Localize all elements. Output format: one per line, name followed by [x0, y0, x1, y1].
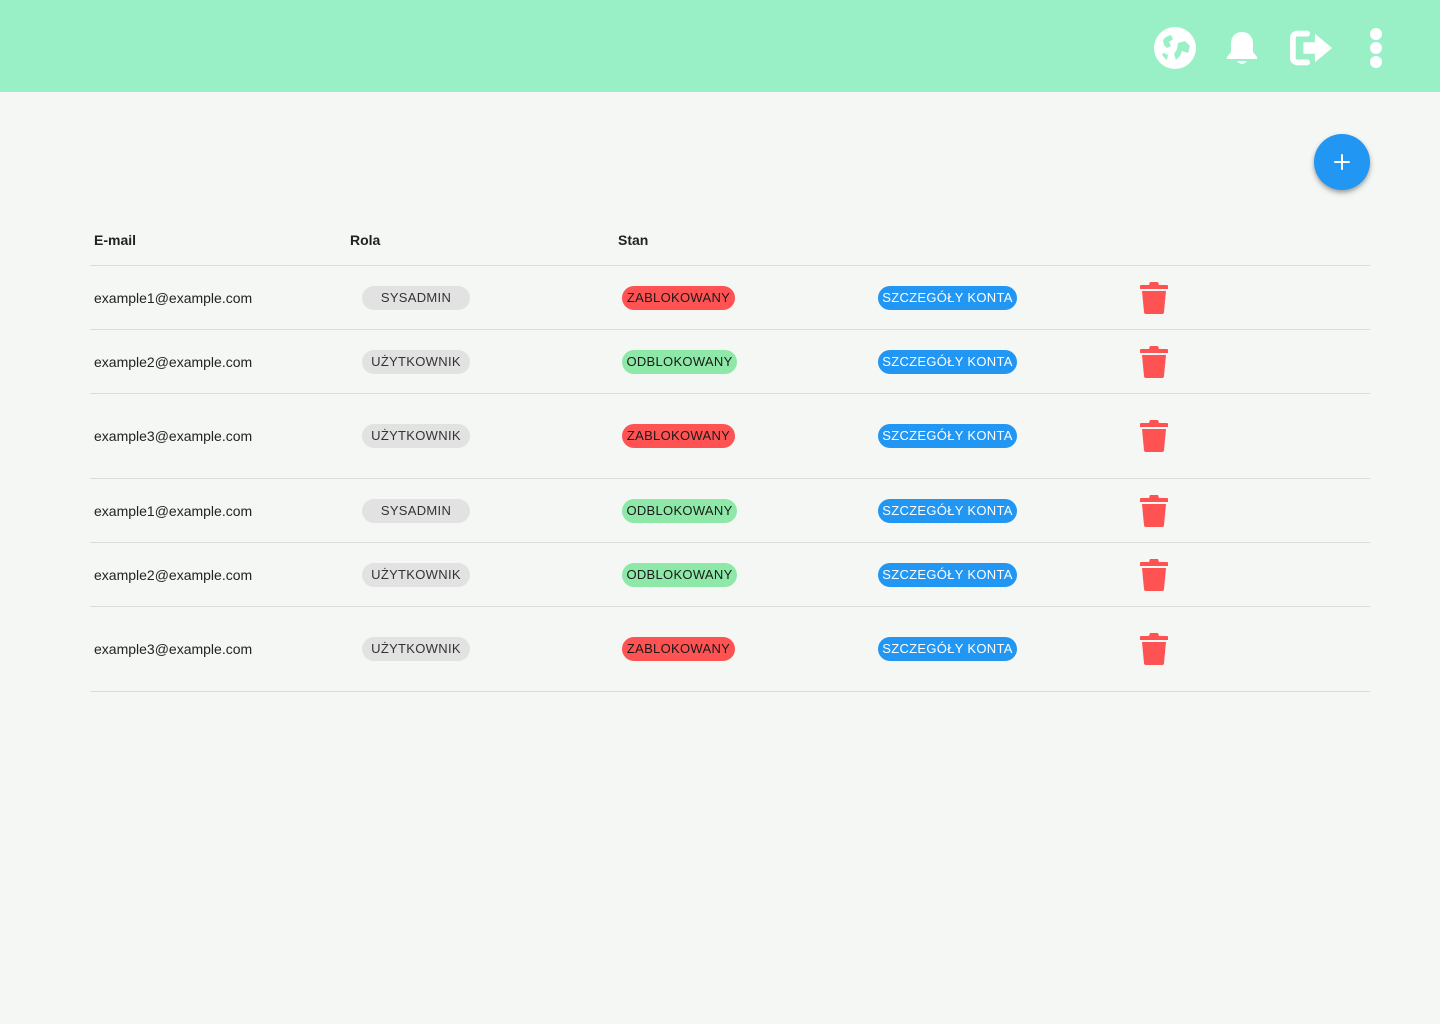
role-chip: SYSADMIN: [362, 498, 470, 523]
globe-icon: [1154, 27, 1196, 69]
trash-icon: [1140, 345, 1168, 378]
trash-icon: [1140, 633, 1168, 665]
logout-button[interactable]: [1290, 26, 1334, 70]
delete-button[interactable]: [1140, 345, 1168, 379]
trash-icon: [1140, 558, 1168, 591]
account-details-button[interactable]: SZCZEGÓŁY KONTA: [878, 562, 1017, 587]
status-badge: ODBLOKOWANY: [622, 498, 737, 523]
notifications-button[interactable]: [1220, 26, 1264, 70]
status-badge: ZABLOKOWANY: [622, 285, 735, 310]
delete-button[interactable]: [1140, 632, 1168, 666]
top-app-bar: [0, 0, 1440, 92]
table-row: example1@example.com SYSADMIN ZABLOKOWAN…: [90, 266, 1370, 330]
role-chip: UŻYTKOWNIK: [362, 349, 470, 374]
delete-button[interactable]: [1140, 419, 1168, 453]
trash-icon: [1140, 420, 1168, 452]
delete-button[interactable]: [1140, 281, 1168, 315]
trash-icon: [1140, 494, 1168, 527]
email-cell: example1@example.com: [94, 289, 253, 306]
email-cell: example2@example.com: [94, 566, 253, 583]
more-vert-icon: [1370, 28, 1382, 68]
table-row: example1@example.com SYSADMIN ODBLOKOWAN…: [90, 479, 1370, 543]
more-options-button[interactable]: [1354, 26, 1398, 70]
email-cell: example3@example.com: [94, 641, 253, 657]
language-button[interactable]: [1153, 26, 1197, 70]
delete-button[interactable]: [1140, 558, 1168, 592]
status-badge: ODBLOKOWANY: [622, 349, 737, 374]
table-header: E-mail Rola Stan: [90, 214, 1370, 266]
role-chip: SYSADMIN: [362, 285, 470, 310]
role-chip: UŻYTKOWNIK: [362, 637, 470, 661]
column-header-status: Stan: [618, 232, 649, 248]
column-header-role: Rola: [350, 232, 381, 248]
role-chip: UŻYTKOWNIK: [362, 424, 470, 448]
users-table: E-mail Rola Stan example1@example.com SY…: [90, 214, 1370, 692]
email-cell: example1@example.com: [94, 502, 253, 519]
email-cell: example3@example.com: [94, 428, 253, 444]
delete-button[interactable]: [1140, 494, 1168, 528]
account-details-button[interactable]: SZCZEGÓŁY KONTA: [878, 498, 1017, 523]
status-badge: ODBLOKOWANY: [622, 562, 737, 587]
column-header-email: E-mail: [94, 232, 137, 248]
bell-icon: [1227, 32, 1257, 64]
role-chip: UŻYTKOWNIK: [362, 562, 470, 587]
status-badge: ZABLOKOWANY: [622, 424, 735, 448]
add-user-button[interactable]: [1314, 134, 1370, 190]
account-details-button[interactable]: SZCZEGÓŁY KONTA: [878, 349, 1017, 374]
email-cell: example2@example.com: [94, 353, 253, 370]
logout-icon: [1290, 30, 1333, 66]
status-badge: ZABLOKOWANY: [622, 637, 735, 661]
table-row: example3@example.com UŻYTKOWNIK ZABLOKOW…: [90, 394, 1370, 479]
table-row: example2@example.com UŻYTKOWNIK ODBLOKOW…: [90, 543, 1370, 607]
plus-icon: [1334, 154, 1350, 170]
table-body: example1@example.com SYSADMIN ZABLOKOWAN…: [90, 266, 1370, 692]
account-details-button[interactable]: SZCZEGÓŁY KONTA: [878, 424, 1017, 448]
table-row: example3@example.com UŻYTKOWNIK ZABLOKOW…: [90, 607, 1370, 692]
account-details-button[interactable]: SZCZEGÓŁY KONTA: [878, 637, 1017, 661]
table-row: example2@example.com UŻYTKOWNIK ODBLOKOW…: [90, 330, 1370, 394]
account-details-button[interactable]: SZCZEGÓŁY KONTA: [878, 285, 1017, 310]
trash-icon: [1140, 281, 1168, 314]
